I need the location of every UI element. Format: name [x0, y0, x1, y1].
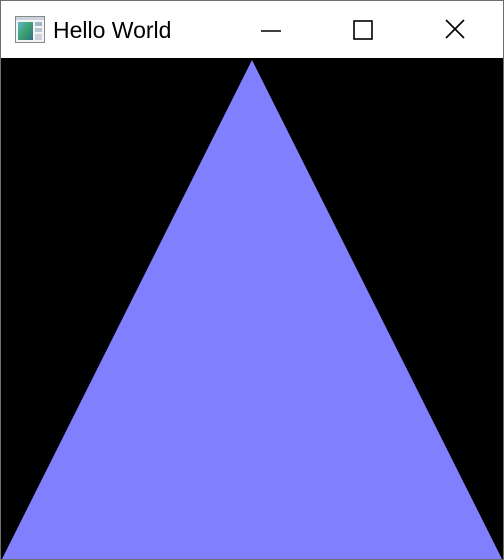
application-window-icon	[15, 16, 45, 43]
app-window: Hello World	[0, 0, 504, 560]
render-canvas[interactable]	[1, 58, 503, 559]
maximize-button[interactable]	[317, 1, 409, 58]
close-button[interactable]	[409, 1, 501, 58]
minimize-button[interactable]	[225, 1, 317, 58]
window-title: Hello World	[53, 17, 172, 43]
title-bar[interactable]: Hello World	[1, 1, 503, 58]
